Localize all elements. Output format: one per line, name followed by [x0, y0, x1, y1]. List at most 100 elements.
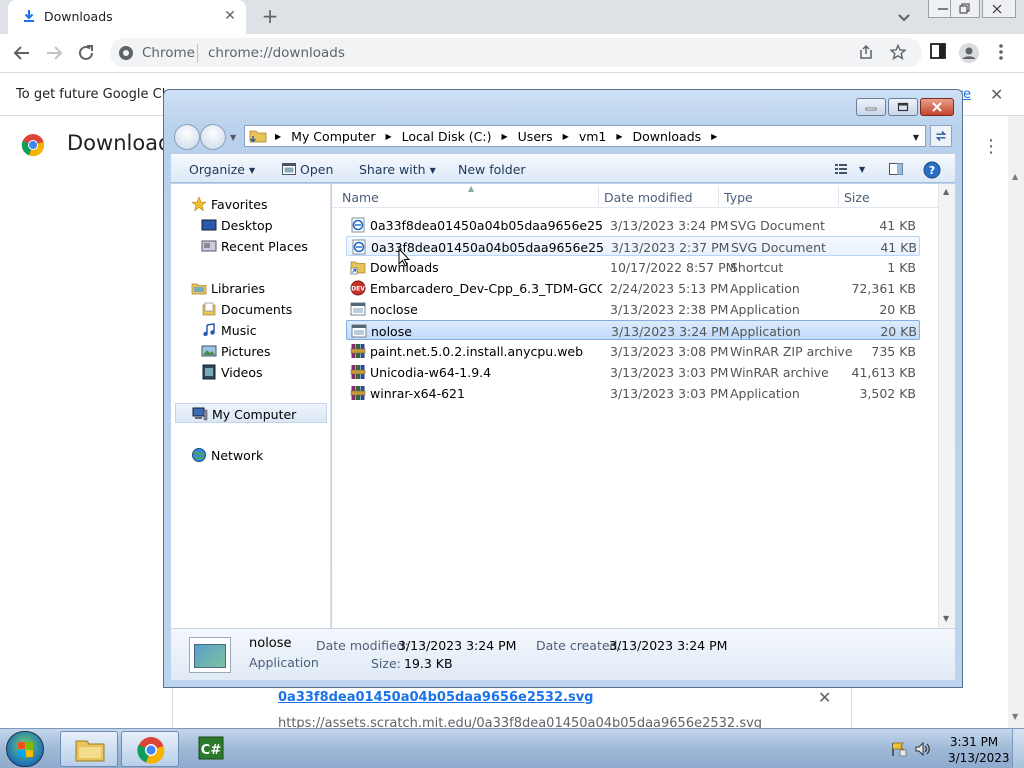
file-row[interactable]: Downloads 10/17/2022 8:57 PM Shortcut 1 KB [346, 257, 920, 277]
svg-text:?: ? [929, 164, 935, 177]
file-list-scrollbar[interactable]: ▲ ▼ [938, 184, 955, 628]
explorer-back-button[interactable] [174, 124, 200, 150]
column-header-name[interactable]: Name [342, 190, 379, 205]
refresh-icon[interactable] [930, 125, 952, 147]
taskbar-explorer-button[interactable] [60, 731, 118, 767]
recent-pages-dropdown-icon[interactable]: ▼ [230, 133, 236, 142]
nav-pictures[interactable]: Pictures [171, 341, 329, 361]
profile-avatar-icon[interactable] [958, 42, 980, 64]
action-center-flag-icon[interactable] [890, 741, 908, 757]
breadcrumb-arrow-icon[interactable]: ▶ [275, 132, 281, 147]
view-dropdown-icon[interactable]: ▼ [859, 165, 865, 174]
side-panel-icon[interactable] [929, 42, 947, 60]
breadcrumb-vm1[interactable]: vm1 [579, 129, 607, 144]
download-file-link[interactable]: 0a33f8dea01450a04b05daa9656e2532.svg [278, 690, 593, 705]
column-divider[interactable] [598, 186, 599, 206]
page-scrollbar[interactable]: ▲ ▼ [1008, 116, 1024, 728]
breadcrumb-arrow-icon[interactable]: ▶ [502, 132, 508, 147]
scroll-down-icon[interactable]: ▼ [943, 614, 949, 623]
open-button[interactable]: Open [300, 162, 333, 177]
file-row[interactable]: paint.net.5.0.2.install.anycpu.web 3/13/2… [346, 341, 920, 361]
omnibox[interactable]: Chrome chrome://downloads [110, 38, 922, 67]
explorer-maximize-button[interactable] [888, 98, 918, 116]
column-header-size[interactable]: Size [844, 190, 870, 205]
reload-icon[interactable] [75, 42, 97, 64]
nav-my-computer[interactable]: My Computer [175, 403, 327, 423]
remove-download-icon[interactable]: ✕ [818, 688, 831, 707]
file-row[interactable]: Unicodia-w64-1.9.4 3/13/2023 3:03 PM WinRA… [346, 362, 920, 382]
tab-search-icon[interactable] [894, 7, 914, 27]
scroll-down-icon[interactable]: ▼ [1012, 712, 1018, 721]
volume-icon[interactable] [914, 741, 932, 757]
omnibox-url[interactable]: chrome://downloads [208, 45, 345, 61]
preview-pane-icon[interactable] [888, 161, 904, 177]
nav-favorites[interactable]: Favorites [171, 194, 329, 214]
tab-close-icon[interactable]: ✕ [222, 8, 238, 24]
new-folder-button[interactable]: New folder [458, 162, 526, 177]
close-icon [992, 4, 1002, 14]
file-row[interactable]: DEV Embarcadero_Dev-Cpp_6.3_TDM-GCC_9....… [346, 278, 920, 298]
close-window-button[interactable] [982, 0, 1016, 18]
bookmark-star-icon[interactable] [890, 44, 906, 60]
breadcrumb-arrow-icon[interactable]: ▶ [711, 132, 717, 147]
new-tab-button[interactable]: + [258, 5, 282, 29]
breadcrumb-arrow-icon[interactable]: ▶ [616, 132, 622, 147]
column-divider[interactable] [718, 186, 719, 206]
back-arrow-icon[interactable] [11, 42, 33, 64]
file-row[interactable]: 0a33f8dea01450a04b05daa9656e2532 3/13/202… [346, 236, 920, 256]
downloads-menu-icon[interactable]: ⋮ [982, 136, 1000, 157]
taskbar-csharp-button[interactable]: C# [183, 731, 241, 767]
details-date-modified-label: Date modified: [316, 638, 409, 653]
explorer-forward-button[interactable] [200, 124, 226, 150]
clock-date: 3/13/2023 [948, 751, 1010, 765]
nav-documents[interactable]: Documents [171, 299, 329, 319]
share-with-button[interactable]: Share with ▼ [359, 162, 436, 177]
nav-network[interactable]: Network [171, 445, 329, 465]
restore-button[interactable] [950, 0, 980, 18]
details-size-value: 19.3 KB [404, 656, 453, 671]
column-divider[interactable] [838, 186, 839, 206]
share-icon[interactable] [858, 44, 874, 60]
organize-button[interactable]: Organize ▼ [189, 162, 255, 177]
breadcrumb-downloads[interactable]: Downloads [633, 129, 702, 144]
application-icon [350, 301, 366, 317]
forward-arrow-icon[interactable] [43, 42, 65, 64]
nav-videos[interactable]: Videos [171, 362, 329, 382]
address-dropdown-icon[interactable]: ▼ [913, 133, 919, 142]
breadcrumb-arrow-icon[interactable]: ▶ [385, 132, 391, 147]
winrar-icon [350, 343, 366, 359]
tab-downloads[interactable]: Downloads ✕ [8, 0, 246, 34]
change-view-icon[interactable] [833, 161, 849, 177]
open-icon[interactable] [281, 161, 297, 177]
nav-libraries[interactable]: Libraries [171, 278, 329, 298]
taskbar-clock[interactable]: 3:31 PM 3/13/2023 [948, 734, 1010, 766]
explorer-close-button[interactable] [920, 98, 954, 116]
nav-desktop[interactable]: Desktop [171, 215, 329, 235]
file-row[interactable]: 0a33f8dea01450a04b05daa9656e2532 (1) 3/13… [346, 215, 920, 235]
explorer-minimize-button[interactable] [856, 98, 886, 116]
file-row[interactable]: nolose 3/13/2023 3:24 PM Application 20 KB [346, 320, 920, 340]
breadcrumb-arrow-icon[interactable]: ▶ [563, 132, 569, 147]
breadcrumb-local-disk[interactable]: Local Disk (C:) [402, 129, 492, 144]
chrome-menu-icon[interactable] [996, 42, 1006, 62]
show-desktop-button[interactable] [1012, 729, 1024, 768]
scroll-up-icon[interactable]: ▲ [1012, 172, 1018, 181]
file-size: 41 KB [880, 240, 917, 255]
file-size: 20 KB [879, 302, 916, 317]
taskbar-chrome-button[interactable] [121, 731, 179, 767]
breadcrumb-users[interactable]: Users [518, 129, 553, 144]
address-bar[interactable]: ▶ My Computer ▶ Local Disk (C:) ▶ Users … [244, 125, 926, 147]
help-icon[interactable]: ? [923, 161, 941, 179]
file-row[interactable]: winrar-x64-621 3/13/2023 3:03 PM Applicati… [346, 383, 920, 403]
file-row[interactable]: noclose 3/13/2023 2:38 PM Application 20 KB [346, 299, 920, 319]
omnibox-separator [197, 44, 198, 62]
start-button[interactable] [6, 731, 44, 767]
nav-music[interactable]: Music [171, 320, 329, 340]
nav-recent-places[interactable]: Recent Places [171, 236, 329, 256]
column-header-type[interactable]: Type [724, 190, 753, 205]
scroll-up-icon[interactable]: ▲ [943, 187, 949, 196]
column-header-date-modified[interactable]: Date modified [604, 190, 693, 205]
breadcrumb-my-computer[interactable]: My Computer [291, 129, 375, 144]
chrome-site-icon[interactable] [118, 45, 134, 61]
infobar-close-icon[interactable]: ✕ [990, 85, 1003, 104]
